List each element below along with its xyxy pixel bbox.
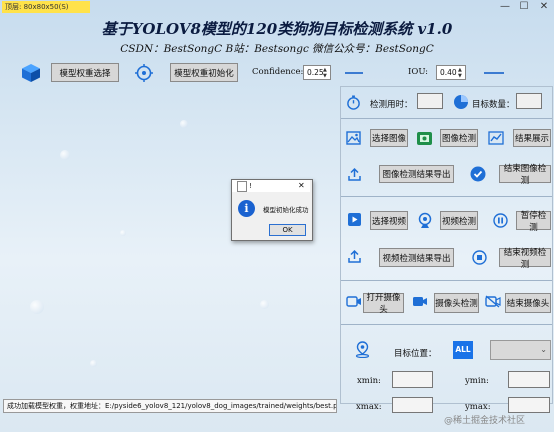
video-camera-icon <box>411 294 428 309</box>
divider <box>341 196 552 197</box>
xmin-label: xmin: <box>357 376 381 386</box>
pie-chart-icon <box>452 93 469 110</box>
stop-icon <box>471 249 487 265</box>
select-weights-button[interactable]: 模型权重选择 <box>51 63 119 82</box>
watermark: @稀土掘金技术社区 <box>444 416 526 426</box>
export-image-result-button[interactable]: 图像检测结果导出 <box>379 165 454 183</box>
ymin-value <box>508 371 550 388</box>
check-circle-icon <box>469 165 486 182</box>
target-icon <box>134 63 154 83</box>
all-badge: ALL <box>453 341 473 359</box>
upload-icon <box>346 166 362 182</box>
confidence-slider[interactable] <box>345 72 363 74</box>
divider <box>341 118 552 119</box>
divider <box>341 324 552 325</box>
ymax-value <box>508 397 550 413</box>
iou-spinbox[interactable]: 0.40 ▲ ▼ <box>436 65 466 80</box>
dialog-title: ! <box>249 182 252 190</box>
end-image-detect-button[interactable]: 结束图像检测 <box>499 164 551 186</box>
pause-icon <box>492 212 508 228</box>
image-icon <box>345 130 361 146</box>
app-title: 基于YOLOV8模型的120类狗狗目标检测系统 v1.0 <box>101 20 453 38</box>
target-count-label: 目标数量： <box>472 100 515 110</box>
close-button[interactable]: ✕ <box>535 0 553 14</box>
minimize-button[interactable]: — <box>496 0 514 14</box>
xmax-label: xmax: <box>356 402 382 412</box>
spinner-arrows-icon[interactable]: ▲ ▼ <box>323 67 329 79</box>
iou-label: IOU: <box>408 67 429 77</box>
app-small-icon <box>237 181 247 192</box>
chevron-down-icon: ⌄ <box>540 345 547 354</box>
confidence-value: 0.25 <box>307 68 324 77</box>
open-camera-button[interactable]: 打开摄像头 <box>363 293 404 315</box>
dialog-message: 模型初始化成功 <box>263 206 309 214</box>
water-droplet <box>180 120 188 128</box>
water-droplet <box>120 230 126 236</box>
line-chart-icon <box>487 130 504 146</box>
dialog-ok-button[interactable]: OK <box>269 224 306 236</box>
target-position-label: 目标位置： <box>394 349 437 359</box>
stopwatch-icon <box>345 94 361 110</box>
webcam-icon <box>416 211 434 229</box>
location-pin-icon <box>353 340 371 358</box>
camera-off-icon <box>484 294 501 309</box>
dialog-title-bar: ! ✕ <box>232 180 310 192</box>
cube-icon <box>20 62 42 84</box>
end-video-detect-button[interactable]: 结束视频检测 <box>499 248 551 270</box>
app-subtitle: CSDN：BestSongC B站：Bestsongc 微信公众号：BestSo… <box>120 43 434 55</box>
detect-time-value <box>417 93 443 109</box>
detect-camera-button[interactable]: 摄像头检测 <box>434 293 479 313</box>
target-select-dropdown[interactable]: ⌄ <box>490 340 551 360</box>
show-result-button[interactable]: 结果展示 <box>513 129 551 147</box>
detect-time-label: 检测用时： <box>370 100 413 110</box>
status-bar: 成功加载模型权重，权重地址：E:/pyside6_yolov8_121/yolo… <box>3 399 337 413</box>
detect-image-button[interactable]: 图像检测 <box>440 129 478 147</box>
water-droplet <box>30 300 44 314</box>
export-video-result-button[interactable]: 视频检测结果导出 <box>379 248 454 267</box>
select-image-button[interactable]: 选择图像 <box>370 129 408 147</box>
water-droplet <box>90 360 97 367</box>
xmin-value <box>392 371 433 388</box>
target-count-value <box>516 93 542 109</box>
image-detect-icon <box>415 129 433 147</box>
divider <box>341 280 552 281</box>
camera-icon <box>345 294 362 309</box>
info-icon: i <box>238 200 255 217</box>
message-dialog: ! ✕ i 模型初始化成功 OK <box>231 179 313 241</box>
water-droplet <box>60 150 70 160</box>
close-camera-button[interactable]: 结束摄像头 <box>505 293 551 313</box>
detect-video-button[interactable]: 视频检测 <box>440 211 478 230</box>
video-icon <box>346 211 362 227</box>
window-title-tag: 顶层: 80x80x50(S) <box>2 1 90 13</box>
spinner-arrows-icon[interactable]: ▲ ▼ <box>458 67 464 79</box>
iou-value: 0.40 <box>440 68 457 77</box>
water-droplet <box>260 300 269 309</box>
maximize-button[interactable]: ☐ <box>515 0 533 14</box>
init-weights-button[interactable]: 模型权重初始化 <box>170 63 238 82</box>
iou-slider[interactable] <box>484 72 504 74</box>
ymax-label: ymax: <box>465 402 491 412</box>
upload-icon <box>346 248 362 264</box>
xmax-value <box>392 397 433 413</box>
select-video-button[interactable]: 选择视频 <box>370 211 408 230</box>
dialog-close-button[interactable]: ✕ <box>298 180 305 192</box>
confidence-label: Confidence: <box>252 67 304 77</box>
ymin-label: ymin: <box>465 376 489 386</box>
pause-detect-button[interactable]: 暂停检测 <box>516 211 551 233</box>
confidence-spinbox[interactable]: 0.25 ▲ ▼ <box>303 65 331 80</box>
